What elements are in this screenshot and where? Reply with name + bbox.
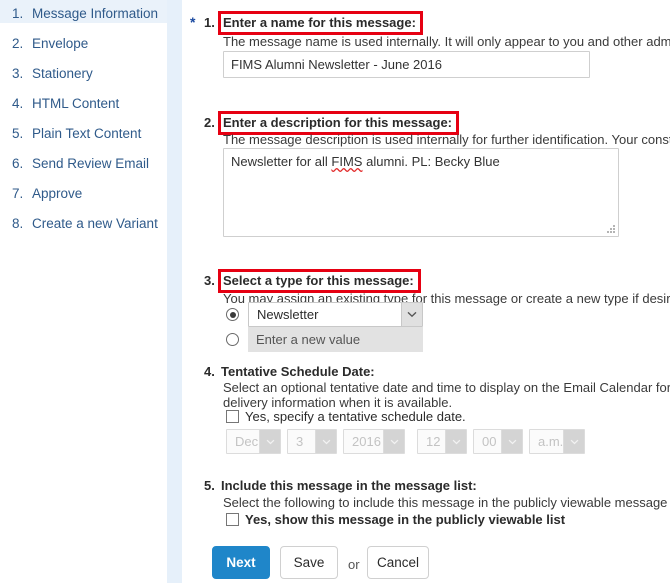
save-button[interactable]: Save <box>280 546 338 579</box>
section-help-text-line1: Select an optional tentative date and ti… <box>223 380 670 395</box>
message-description-field[interactable]: Newsletter for all FIMS alumni. PL: Beck… <box>223 148 619 237</box>
sidebar-item-number: 7. <box>12 186 24 201</box>
section-number: 5. <box>204 478 215 493</box>
sidebar-item-label: HTML Content <box>32 96 120 111</box>
section-number: 1. <box>204 15 215 30</box>
radio-existing-type[interactable] <box>226 308 239 321</box>
chevron-down-icon[interactable] <box>563 430 584 453</box>
description-text-part1: Newsletter for all <box>231 154 332 169</box>
sidebar-item-approve[interactable]: 7. Approve <box>0 180 167 203</box>
section-help-text: The message name is used internally. It … <box>223 34 670 49</box>
sidebar-item-number: 6. <box>12 156 24 171</box>
chevron-down-icon[interactable] <box>501 430 522 453</box>
schedule-meridiem-select[interactable]: a.m. <box>529 429 585 454</box>
show-in-public-list-label: Yes, show this message in the publicly v… <box>245 512 566 527</box>
message-description-value[interactable]: Newsletter for all FIMS alumni. PL: Beck… <box>224 149 618 236</box>
schedule-hour-select[interactable]: 12 <box>417 429 467 454</box>
sidebar-item-label: Approve <box>32 186 83 201</box>
sidebar-item-create-a-new-variant[interactable]: 8. Create a new Variant <box>0 210 167 233</box>
sidebar-item-number: 2. <box>12 36 24 51</box>
message-name-input[interactable] <box>223 51 590 78</box>
schedule-meridiem-value: a.m. <box>538 434 563 449</box>
section-heading: Include this message in the message list… <box>221 478 477 493</box>
sidebar-item-plain-text-content[interactable]: 5. Plain Text Content <box>0 120 167 143</box>
new-type-input[interactable]: Enter a new value <box>248 327 423 352</box>
schedule-minute-value: 00 <box>482 434 497 449</box>
specify-schedule-date-label: Yes, specify a tentative schedule date. <box>245 409 466 424</box>
sidebar-item-send-review-email[interactable]: 6. Send Review Email <box>0 150 167 173</box>
sidebar-item-number: 8. <box>12 216 24 231</box>
new-type-placeholder: Enter a new value <box>256 332 361 347</box>
sidebar-item-number: 1. <box>12 6 24 21</box>
section-help-text: Select the following to include this mes… <box>223 495 670 510</box>
radio-new-type[interactable] <box>226 333 239 346</box>
sidebar-item-number: 3. <box>12 66 24 81</box>
sidebar-item-html-content[interactable]: 4. HTML Content <box>0 90 167 113</box>
description-text-part2: alumni. PL: Becky Blue <box>362 154 500 169</box>
sidebar-divider-band <box>167 0 182 583</box>
sidebar-item-label: Send Review Email <box>32 156 150 171</box>
chevron-down-icon[interactable] <box>383 430 404 453</box>
section-number: 2. <box>204 115 215 130</box>
sidebar-item-message-information[interactable]: 1. Message Information <box>0 0 167 23</box>
sidebar-item-number: 5. <box>12 126 24 141</box>
sidebar-item-label: Message Information <box>32 6 159 21</box>
schedule-month-select[interactable]: Dec <box>226 429 281 454</box>
sidebar-item-number: 4. <box>12 96 24 111</box>
section-help-text: The message description is used internal… <box>223 132 670 147</box>
sidebar-item-label: Stationery <box>32 66 93 81</box>
sidebar-item-label: Plain Text Content <box>32 126 142 141</box>
section-help-text-line2: delivery information when it is availabl… <box>223 395 453 410</box>
existing-type-value: Newsletter <box>257 307 319 322</box>
message-information-page: 1. Message Information 2. Envelope 3. St… <box>0 0 670 583</box>
cancel-button[interactable]: Cancel <box>367 546 429 579</box>
schedule-minute-select[interactable]: 00 <box>473 429 523 454</box>
schedule-day-select[interactable]: 3 <box>287 429 337 454</box>
sidebar-item-label: Envelope <box>32 36 89 51</box>
specify-schedule-date-checkbox[interactable] <box>226 410 239 423</box>
chevron-down-icon[interactable] <box>259 430 280 453</box>
sidebar-item-stationery[interactable]: 3. Stationery <box>0 60 167 83</box>
required-asterisk-icon: * <box>190 14 196 30</box>
section-heading: Select a type for this message: <box>218 269 421 293</box>
section-heading: Tentative Schedule Date: <box>221 364 375 379</box>
message-information-form: * 1. Enter a name for this message: The … <box>182 0 670 583</box>
schedule-year-value: 2016 <box>352 434 381 449</box>
section-number: 4. <box>204 364 215 379</box>
section-heading: Enter a name for this message: <box>218 11 423 35</box>
schedule-year-select[interactable]: 2016 <box>343 429 405 454</box>
show-in-public-list-checkbox[interactable] <box>226 513 239 526</box>
wizard-step-sidebar: 1. Message Information 2. Envelope 3. St… <box>0 0 167 583</box>
or-separator-label: or <box>348 557 360 572</box>
section-number: 3. <box>204 273 215 288</box>
schedule-month-value: Dec <box>235 434 259 449</box>
chevron-down-icon[interactable] <box>315 430 336 453</box>
sidebar-item-envelope[interactable]: 2. Envelope <box>0 30 167 53</box>
schedule-hour-value: 12 <box>426 434 441 449</box>
next-button[interactable]: Next <box>212 546 270 579</box>
sidebar-item-label: Create a new Variant <box>32 216 158 231</box>
existing-type-select[interactable]: Newsletter <box>248 302 423 327</box>
description-misspelled-word: FIMS <box>331 154 363 169</box>
chevron-down-icon[interactable] <box>401 303 422 326</box>
chevron-down-icon[interactable] <box>445 430 466 453</box>
schedule-day-value: 3 <box>296 434 304 449</box>
